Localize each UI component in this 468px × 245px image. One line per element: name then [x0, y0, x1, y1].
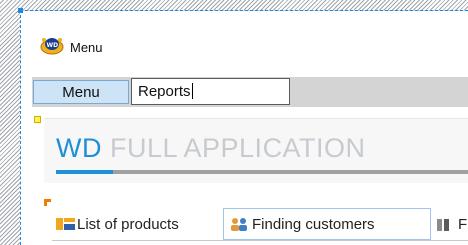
tab-bar-baseline: [52, 240, 468, 241]
brand-strong: WD: [56, 133, 102, 163]
designer-hatch-left: [0, 0, 20, 245]
menu-bar: Menu Reports: [32, 77, 468, 107]
tab-anchor-marker-vertical: [44, 199, 47, 206]
menu-item-edit-field[interactable]: Reports: [131, 78, 290, 105]
text-caret: [191, 83, 193, 99]
window-title-bar: WD Menu: [22, 34, 468, 60]
app-header-panel: WD FULL APPLICATION: [44, 118, 468, 183]
menu-item-edit-text: Reports: [138, 83, 191, 100]
tab-bar: List of products Finding customers F: [52, 208, 468, 245]
customers-icon: [231, 218, 247, 231]
svg-text:WD: WD: [47, 42, 59, 49]
anchor-marker[interactable]: [34, 116, 41, 123]
tab-label: List of products: [77, 215, 179, 233]
selection-border-top: [20, 10, 468, 11]
tab-label: Finding customers: [252, 215, 375, 233]
header-divider-bar: [113, 170, 468, 174]
selection-handle[interactable]: [18, 8, 23, 13]
windev-logo-icon: WD: [40, 38, 64, 55]
selection-border-left: [20, 10, 21, 245]
tab-list-of-products[interactable]: List of products: [56, 208, 220, 240]
tab-label: F: [458, 215, 468, 233]
tab-truncated[interactable]: F: [436, 208, 468, 240]
window-title: Menu: [70, 39, 103, 55]
header-accent-bar: [56, 170, 113, 174]
product-list-icon: [56, 218, 75, 230]
brand-light: FULL APPLICATION: [101, 133, 366, 163]
menu-item-menu[interactable]: Menu: [33, 80, 129, 104]
people-icon: [437, 219, 449, 231]
app-brand-title: WD FULL APPLICATION: [56, 133, 366, 164]
tab-finding-customers[interactable]: Finding customers: [223, 208, 431, 240]
